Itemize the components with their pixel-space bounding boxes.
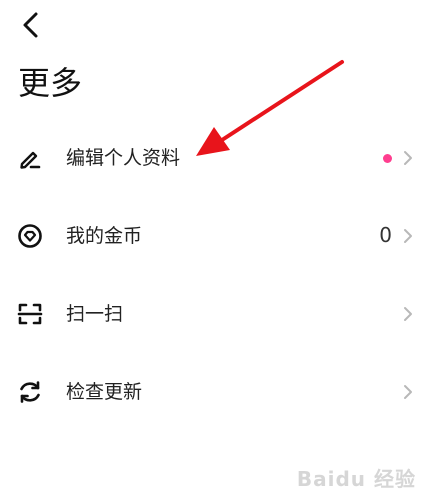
back-button[interactable]: [14, 8, 50, 44]
menu-item-label: 检查更新: [66, 381, 143, 403]
page-title: 更多: [18, 64, 83, 102]
chevron-right-icon: [404, 307, 412, 321]
menu-item-my-coins[interactable]: 我的金币 0: [0, 196, 430, 274]
menu-item-label: 编辑个人资料: [66, 147, 181, 169]
menu-item-check-update[interactable]: 检查更新: [0, 352, 430, 430]
scan-icon: [17, 303, 43, 325]
watermark: Baidu 经验: [296, 467, 416, 491]
refresh-icon: [20, 381, 40, 403]
menu-item-label: 扫一扫: [66, 303, 124, 325]
menu-item-scan[interactable]: 扫一扫: [0, 274, 430, 352]
coin-badge-icon: [18, 224, 42, 248]
settings-menu: 编辑个人资料 我的金币 0 扫一扫 检查更新: [0, 118, 430, 430]
chevron-right-icon: [404, 229, 412, 243]
chevron-right-icon: [404, 151, 412, 165]
chevron-left-icon: [23, 12, 38, 38]
chevron-right-icon: [404, 385, 412, 399]
menu-item-label: 我的金币: [66, 225, 143, 247]
notification-dot: [383, 154, 392, 163]
menu-item-edit-profile[interactable]: 编辑个人资料: [0, 118, 430, 196]
edit-pen-icon: [20, 151, 41, 169]
coin-count: 0: [379, 223, 392, 247]
